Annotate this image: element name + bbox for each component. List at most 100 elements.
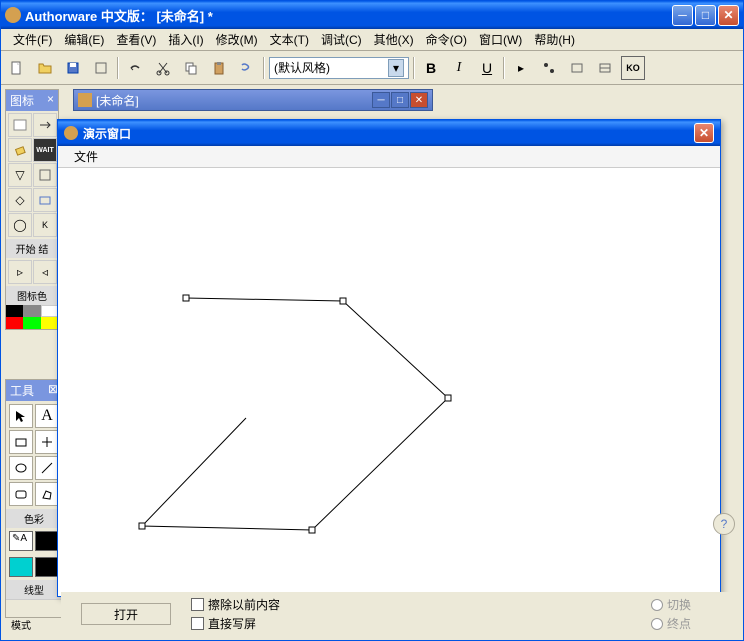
rectangle-tool[interactable] — [9, 430, 33, 454]
icon-color-section: 图标色 — [6, 286, 58, 305]
canvas-area[interactable] — [58, 168, 720, 596]
maximize-button[interactable]: □ — [695, 5, 716, 26]
radio-switch[interactable]: 切换 — [651, 596, 691, 613]
preview-menu-file[interactable]: 文件 — [66, 146, 106, 167]
knowledge-icon[interactable]: KO — [621, 56, 645, 80]
ellipse-tool[interactable] — [9, 456, 33, 480]
save-all-icon[interactable] — [61, 56, 85, 80]
main-titlebar: Authorware 中文版： [未命名] * ─ □ ✕ — [1, 1, 743, 29]
map-icon[interactable]: K — [33, 213, 57, 237]
radio-icon — [651, 599, 663, 611]
selection-handle[interactable] — [309, 527, 315, 533]
decision-icon[interactable]: ◇ — [8, 188, 32, 212]
main-window: Authorware 中文版： [未命名] * ─ □ ✕ 文件(F) 编辑(E… — [0, 0, 744, 641]
start-flag-icon[interactable]: ▹ — [8, 260, 32, 284]
variables-icon[interactable] — [593, 56, 617, 80]
new-file-icon[interactable] — [5, 56, 29, 80]
menu-other[interactable]: 其他(X) — [368, 29, 420, 50]
preview-titlebar[interactable]: 演示窗口 ✕ — [58, 120, 720, 146]
polygon-tool[interactable] — [35, 482, 59, 506]
color-yellow[interactable] — [41, 317, 58, 329]
selection-handle[interactable] — [340, 298, 346, 304]
rounded-rect-tool[interactable] — [9, 482, 33, 506]
polygon-shape[interactable] — [58, 168, 722, 598]
run-icon[interactable]: ▸ — [509, 56, 533, 80]
direct-write-checkbox[interactable]: 直接写屏 — [191, 615, 280, 632]
undo-icon[interactable] — [123, 56, 147, 80]
palette-close-icon[interactable]: × — [47, 92, 54, 109]
menu-window[interactable]: 窗口(W) — [473, 29, 528, 50]
selection-handle[interactable] — [445, 395, 451, 401]
italic-button[interactable]: I — [447, 56, 471, 80]
menu-modify[interactable]: 修改(M) — [210, 29, 264, 50]
toolbar-separator — [117, 57, 119, 79]
preview-close-button[interactable]: ✕ — [694, 123, 714, 143]
close-button[interactable]: ✕ — [718, 5, 739, 26]
erase-icon[interactable] — [8, 138, 32, 162]
menu-view[interactable]: 查看(V) — [110, 29, 162, 50]
preview-menubar: 文件 — [58, 146, 720, 168]
app-icon — [5, 7, 21, 23]
radio-endpoint[interactable]: 终点 — [651, 615, 691, 632]
dropdown-arrow-icon: ▾ — [388, 59, 404, 77]
color-gray[interactable] — [23, 305, 40, 317]
line-section-label: 线型 — [6, 580, 62, 599]
style-select[interactable]: (默认风格) ▾ — [269, 57, 409, 79]
text-color[interactable] — [35, 531, 59, 551]
minimize-button[interactable]: ─ — [672, 5, 693, 26]
design-maximize-button[interactable]: □ — [391, 92, 409, 108]
menu-debug[interactable]: 调试(C) — [315, 29, 368, 50]
color-red[interactable] — [6, 317, 23, 329]
control-panel-icon[interactable] — [537, 56, 561, 80]
diagonal-line-tool[interactable] — [35, 456, 59, 480]
menu-edit[interactable]: 编辑(E) — [58, 29, 110, 50]
display-icon[interactable] — [8, 113, 32, 137]
line-style-picker[interactable] — [6, 599, 62, 617]
fill-fg-color[interactable] — [9, 557, 33, 577]
selection-handle[interactable] — [139, 523, 145, 529]
help-icon[interactable]: ? — [713, 513, 735, 535]
line-tool[interactable] — [35, 430, 59, 454]
color-green[interactable] — [23, 317, 40, 329]
toolbar-separator — [413, 57, 415, 79]
erase-previous-checkbox[interactable]: 擦除以前内容 — [191, 596, 280, 613]
checkbox-icon — [191, 598, 204, 611]
menu-text[interactable]: 文本(T) — [264, 29, 315, 50]
menu-insert[interactable]: 插入(I) — [162, 29, 209, 50]
style-select-value: (默认风格) — [274, 59, 330, 76]
interaction-icon[interactable] — [33, 188, 57, 212]
wait-icon[interactable]: WAIT — [33, 138, 57, 162]
menu-command[interactable]: 命令(O) — [420, 29, 473, 50]
bold-button[interactable]: B — [419, 56, 443, 80]
calc-icon[interactable]: ◯ — [8, 213, 32, 237]
color-palette — [6, 305, 58, 329]
navigate-icon[interactable]: ▽ — [8, 163, 32, 187]
open-button[interactable]: 打开 — [81, 603, 171, 625]
menu-file[interactable]: 文件(F) — [7, 29, 58, 50]
toolbar-separator — [503, 57, 505, 79]
menu-help[interactable]: 帮助(H) — [528, 29, 581, 50]
fill-bg-color[interactable] — [35, 557, 59, 577]
open-file-icon[interactable] — [33, 56, 57, 80]
design-close-button[interactable]: ✕ — [410, 92, 428, 108]
cut-icon[interactable] — [151, 56, 175, 80]
selection-handle[interactable] — [183, 295, 189, 301]
copy-icon[interactable] — [179, 56, 203, 80]
pen-color[interactable]: ✎A — [9, 531, 33, 551]
tool-panel-title[interactable]: 工具 ⊠ — [6, 380, 62, 401]
text-tool[interactable]: A — [35, 404, 59, 428]
color-white[interactable] — [41, 305, 58, 317]
framework-icon[interactable] — [33, 163, 57, 187]
icon-palette-title[interactable]: 图标 × — [6, 90, 58, 111]
stop-flag-icon[interactable]: ◃ — [33, 260, 57, 284]
functions-icon[interactable] — [565, 56, 589, 80]
motion-icon[interactable] — [33, 113, 57, 137]
pointer-tool[interactable] — [9, 404, 33, 428]
color-black[interactable] — [6, 305, 23, 317]
design-titlebar[interactable]: [未命名] ─ □ ✕ — [73, 89, 433, 111]
save-icon[interactable] — [89, 56, 113, 80]
underline-button[interactable]: U — [475, 56, 499, 80]
design-minimize-button[interactable]: ─ — [372, 92, 390, 108]
find-icon[interactable] — [235, 56, 259, 80]
paste-icon[interactable] — [207, 56, 231, 80]
